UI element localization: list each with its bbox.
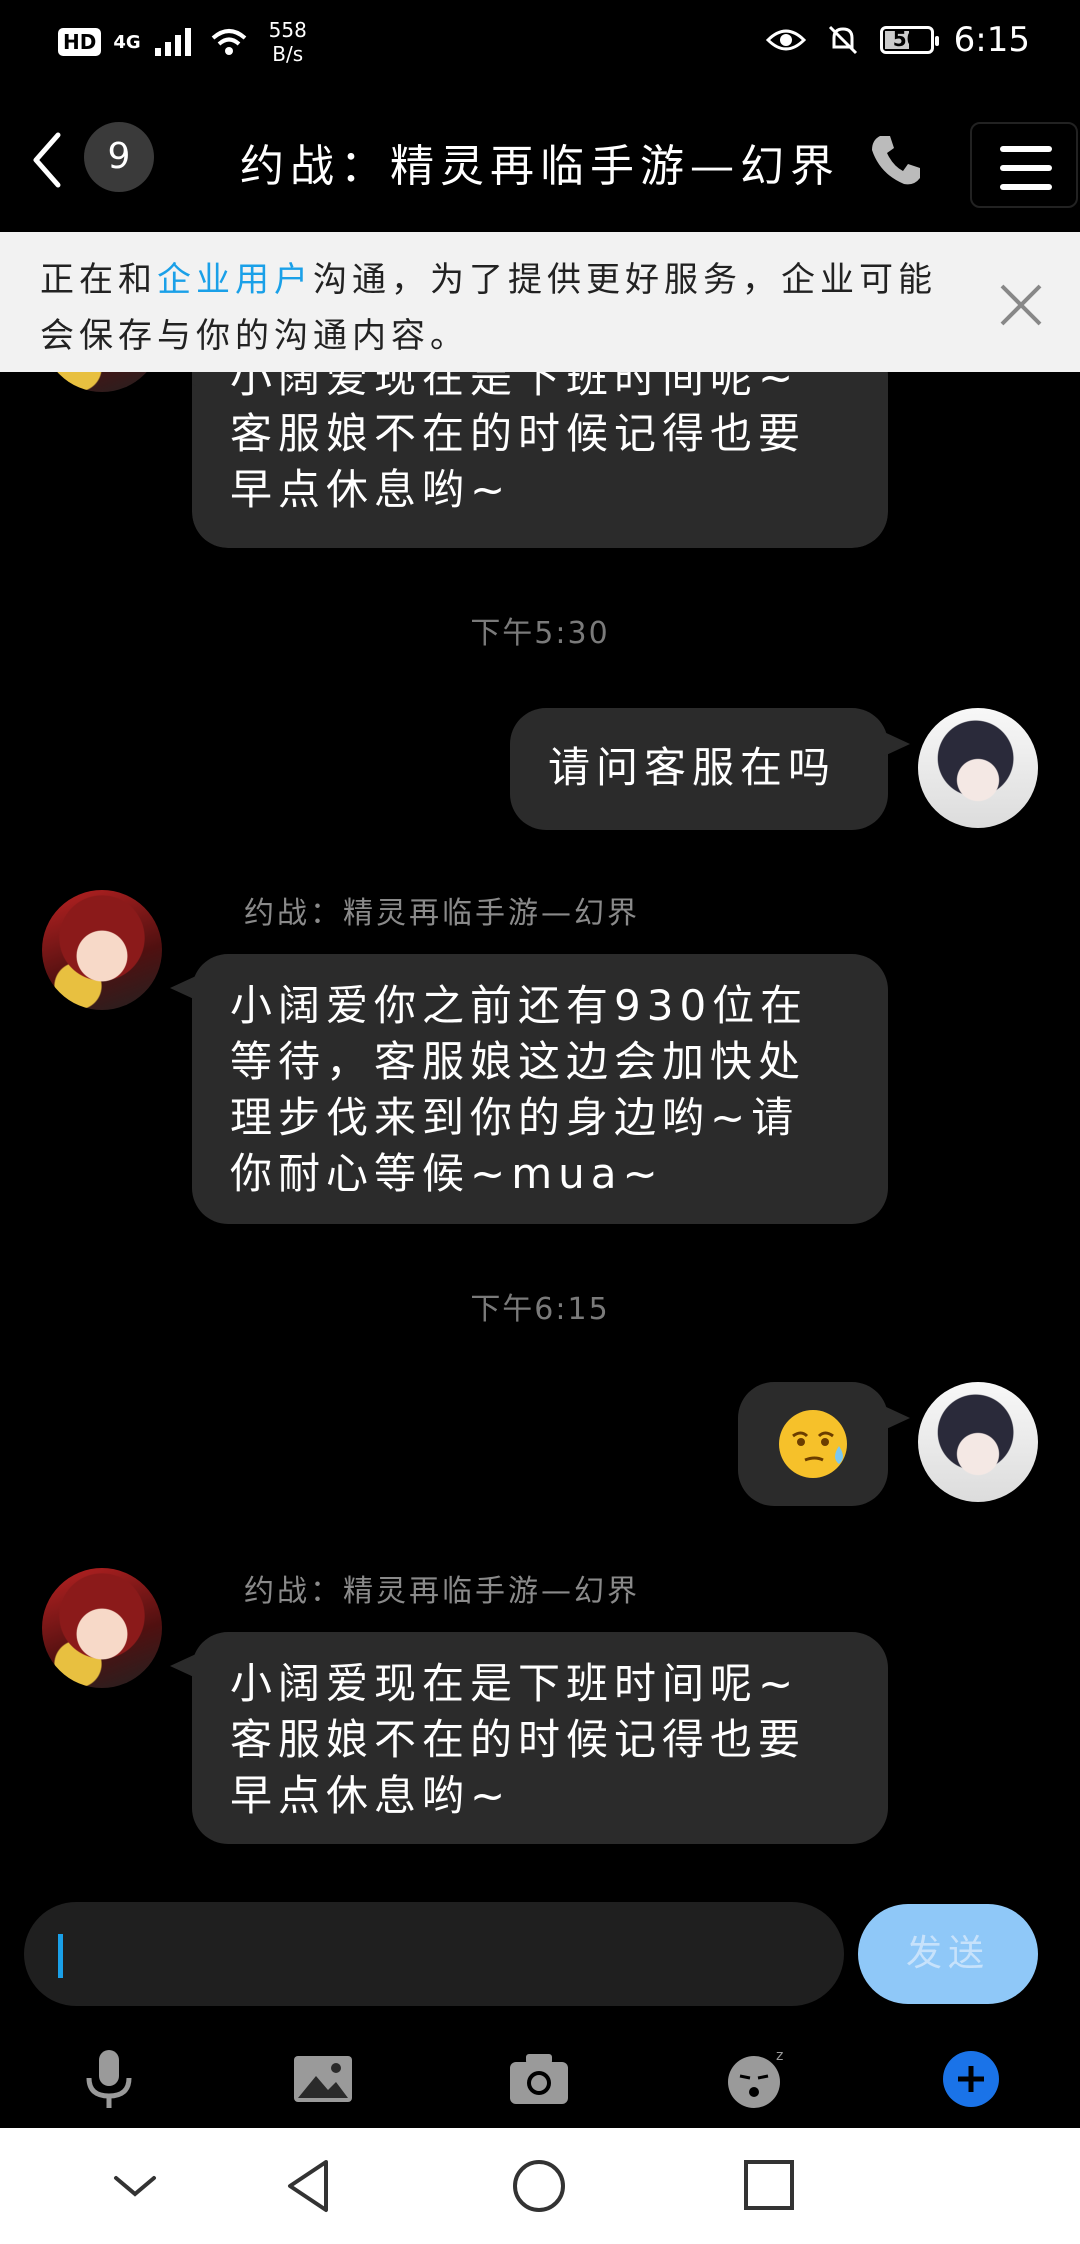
recents-nav-icon[interactable]: [734, 2156, 804, 2216]
message-bubble[interactable]: 小阔爱你之前还有930位在 等待，客服娘这边会加快处 理步伐来到你的身边哟~请 …: [170, 954, 888, 1224]
avatar[interactable]: [42, 890, 162, 1010]
message-bubble[interactable]: 小阔爱现在是下班时间呢~ 客服娘不在的时候记得也要 早点休息哟~: [170, 1632, 888, 1844]
unread-badge[interactable]: 9: [84, 122, 154, 192]
signal-icon: [154, 28, 191, 56]
text-cursor: [58, 1934, 63, 1978]
hd-indicator: HD: [58, 28, 102, 56]
menu-icon: [1000, 146, 1052, 190]
eye-icon: [765, 29, 806, 51]
status-bar: HD 4G 558 B/s 50 6:15: [0, 0, 1080, 80]
back-nav-icon[interactable]: [276, 2156, 346, 2216]
svg-text:z: z: [776, 2048, 783, 2064]
notice-text: 正在和企业用户沟通，为了提供更好服务，企业可能会保存与你的沟通内容。: [40, 260, 937, 356]
avatar[interactable]: [918, 1382, 1038, 1502]
system-nav-bar: [0, 2128, 1080, 2244]
sender-name: 约战：精灵再临手游—幻界: [244, 896, 640, 931]
chat-header: 9 约战：精灵再临手游—幻界: [0, 80, 1080, 230]
mute-bell-icon: [828, 25, 857, 55]
chat-title: 约战：精灵再临手游—幻界: [240, 141, 840, 192]
wifi-icon: [211, 29, 246, 55]
message-bubble[interactable]: [738, 1382, 910, 1506]
phone-icon[interactable]: [866, 130, 926, 190]
microphone-icon[interactable]: [74, 2044, 144, 2114]
emoji-icon[interactable]: z: [722, 2044, 792, 2114]
message-bubble[interactable]: 请问客服在吗: [510, 708, 910, 830]
sender-name: 约战：精灵再临手游—幻界: [244, 1574, 640, 1609]
home-nav-icon[interactable]: [504, 2156, 574, 2216]
enterprise-user-link[interactable]: 企业用户: [157, 260, 313, 300]
sweat-emoji-icon: [779, 1410, 847, 1478]
battery-icon: 50: [879, 26, 939, 54]
network-type: 4G: [113, 31, 141, 53]
avatar[interactable]: [918, 708, 1038, 828]
message-input[interactable]: [24, 1902, 844, 2006]
hide-keyboard-icon[interactable]: [100, 2156, 170, 2216]
back-icon[interactable]: [18, 125, 78, 195]
plus-icon[interactable]: [936, 2044, 1006, 2114]
send-button[interactable]: 发送: [858, 1904, 1038, 2004]
enterprise-notice: 正在和企业用户沟通，为了提供更好服务，企业可能会保存与你的沟通内容。: [0, 232, 1080, 372]
net-speed: 558 B/s: [268, 18, 307, 66]
camera-icon[interactable]: [504, 2044, 574, 2114]
avatar[interactable]: [42, 1568, 162, 1688]
timestamp: 下午5:30: [470, 616, 610, 651]
image-icon[interactable]: [288, 2044, 358, 2114]
menu-button[interactable]: [970, 122, 1078, 208]
clock: 6:15: [953, 20, 1030, 60]
input-toolbar: z: [0, 2030, 1080, 2130]
timestamp: 下午6:15: [470, 1292, 610, 1327]
close-icon[interactable]: [996, 280, 1046, 330]
